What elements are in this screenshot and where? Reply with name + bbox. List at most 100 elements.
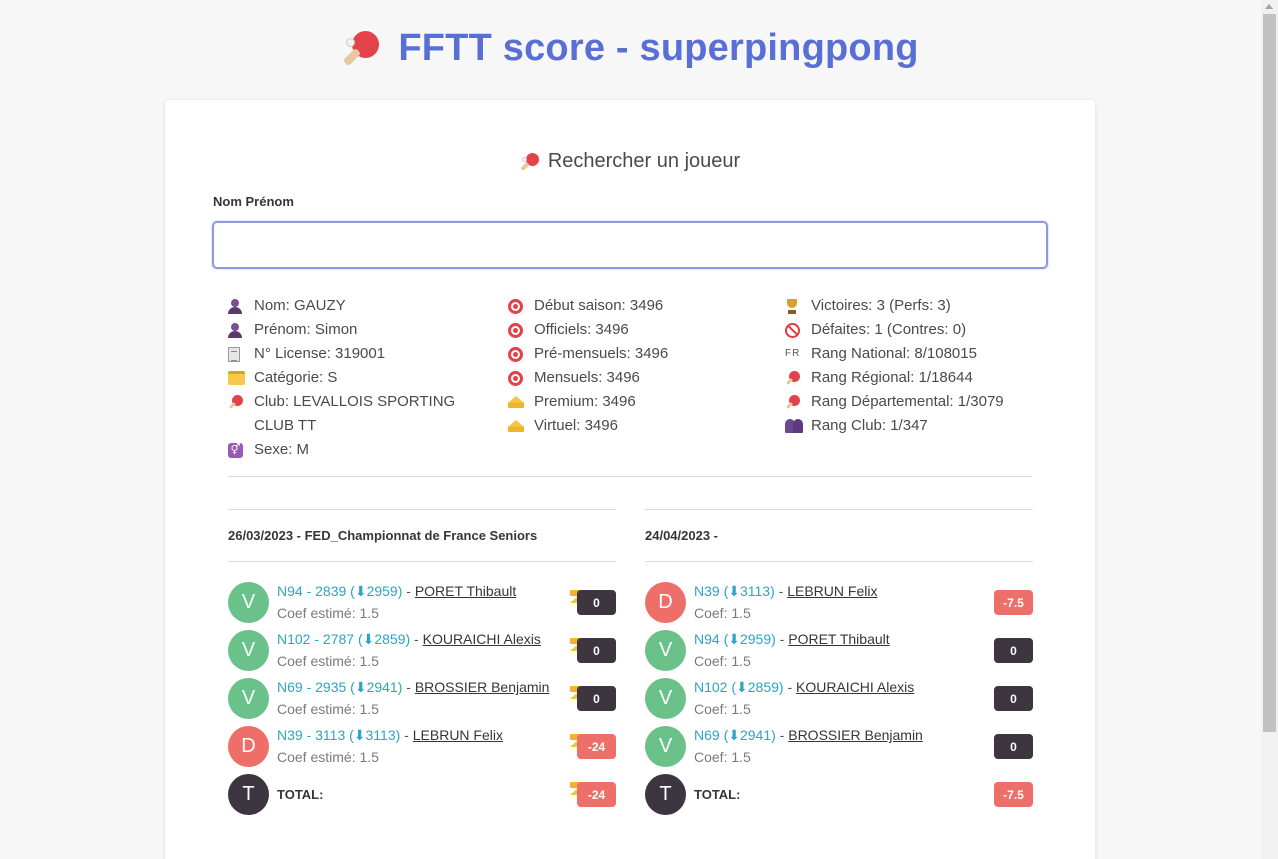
scrollbar-thumb[interactable]	[1263, 14, 1276, 732]
player-search-input[interactable]	[212, 221, 1048, 269]
separator: -	[775, 727, 789, 743]
player-info-text: Pré-mensuels: 3496	[534, 345, 669, 362]
page-title: FFTT score - superpingpong	[398, 26, 919, 69]
player-info-text: Rang Départemental: 1/3079	[811, 393, 1004, 410]
player-info-item: Virtuel: 3496	[508, 414, 748, 438]
no-entry-icon	[785, 318, 811, 342]
opponent-row: V N94 - 2839 (⬇2959) - PORET Thibault Coef…	[228, 578, 616, 626]
paddle-icon	[785, 366, 811, 390]
fr-flag-icon: FR	[785, 348, 801, 359]
opponent-info: N102 - 2787 (⬇2859) - KOURAICHI Alexis Co…	[277, 628, 616, 672]
opponent-rank: N69	[694, 727, 720, 743]
opponent-points: (⬇2859)	[357, 631, 411, 647]
score-badge: 0	[577, 638, 616, 663]
opponent-info: N69 (⬇2941) - BROSSIER Benjamin Coef: 1.5	[694, 724, 1033, 768]
player-info-item: Premium: 3496	[508, 390, 748, 414]
win-avatar: V	[228, 677, 269, 719]
total-info: TOTAL:	[277, 783, 616, 806]
score-badge: -24	[577, 734, 616, 759]
total-avatar: T	[645, 773, 686, 815]
search-section-title: Rechercher un joueur	[165, 150, 1095, 173]
opponent-info: N94 (⬇2959) - PORET Thibault Coef: 1.5	[694, 628, 1033, 672]
total-score-badge: -7.5	[994, 782, 1033, 807]
player-info-item: Nom: GAUZY	[228, 294, 468, 318]
search-title-text: Rechercher un joueur	[547, 150, 741, 172]
ping-pong-paddle-icon	[342, 28, 382, 68]
target-icon	[508, 342, 534, 366]
player-info-text: Virtuel: 3496	[534, 417, 618, 434]
player-info-text: Officiels: 3496	[534, 321, 629, 338]
player-info-text: Début saison: 3496	[534, 297, 664, 314]
opponent-coef: Coef estimé: 1.5	[277, 653, 379, 669]
loss-avatar: D	[228, 725, 269, 767]
group-icon	[785, 414, 811, 438]
opponent-row: D N39 - 3113 (⬇3113) - LEBRUN Felix Coef e…	[228, 722, 616, 770]
opponent-coef: Coef estimé: 1.5	[277, 749, 379, 765]
player-info-text: Rang Régional: 1/18644	[811, 369, 973, 386]
opponent-info: N69 - 2935 (⬇2941) - BROSSIER Benjamin Co…	[277, 676, 616, 720]
total-row: T TOTAL: -7.5	[645, 770, 1033, 818]
opponent-name-link[interactable]: BROSSIER Benjamin	[415, 679, 550, 695]
score-badge: 0	[994, 638, 1033, 663]
player-info-item: FR Rang National: 8/108015	[785, 342, 1045, 366]
opponent-line: N102 - 2787 (⬇2859) - KOURAICHI Alexis	[277, 628, 616, 650]
page-header: FFTT score - superpingpong	[0, 24, 1261, 72]
separator: -	[402, 679, 415, 695]
document-icon	[228, 342, 254, 366]
opponent-rank: N94 - 2839	[277, 583, 347, 599]
match-divider	[228, 561, 616, 562]
opponent-name-link[interactable]: LEBRUN Felix	[413, 727, 503, 743]
player-info-text: Club: LEVALLOIS SPORTING CLUB TT	[254, 393, 456, 434]
name-field-label: Nom Prénom	[213, 194, 294, 209]
ping-pong-paddle-icon	[520, 152, 540, 172]
score-badge: 0	[994, 734, 1033, 759]
total-score-badge: -24	[577, 782, 616, 807]
opponent-name-link[interactable]: PORET Thibault	[788, 631, 889, 647]
win-avatar: V	[228, 629, 269, 671]
separator: -	[402, 583, 415, 599]
opponent-points: (⬇3113)	[349, 727, 401, 743]
opponent-points: (⬇3113)	[723, 583, 775, 599]
player-info-ranking: Victoires: 3 (Perfs: 3) Défaites: 1 (Cont…	[785, 294, 1045, 438]
separator: -	[774, 583, 788, 599]
opponent-points: (⬇2941)	[723, 727, 776, 743]
trophy-icon	[785, 294, 811, 318]
scroll-up-arrow-icon[interactable]	[1265, 4, 1273, 9]
opponent-line: N69 - 2935 (⬇2941) - BROSSIER Benjamin	[277, 676, 616, 698]
opponent-name-link[interactable]: LEBRUN Felix	[787, 583, 877, 599]
opponent-rank: N39 - 3113	[277, 727, 346, 743]
player-info-points: Début saison: 3496 Officiels: 3496 Pré-men…	[508, 294, 748, 438]
opponent-row: V N69 - 2935 (⬇2941) - BROSSIER Benjamin C…	[228, 674, 616, 722]
player-info-text: Rang National: 8/108015	[811, 345, 977, 362]
player-info-item: Défaites: 1 (Contres: 0)	[785, 318, 1045, 342]
total-label: TOTAL:	[277, 786, 324, 802]
player-info-item: Rang Départemental: 1/3079	[785, 390, 1045, 414]
opponent-name-link[interactable]: BROSSIER Benjamin	[788, 727, 923, 743]
opponent-coef: Coef: 1.5	[694, 701, 751, 717]
player-info-identity: Nom: GAUZY Prénom: Simon N° License: 31900…	[228, 294, 468, 462]
player-info-item: Rang Régional: 1/18644	[785, 366, 1045, 390]
player-info-item: Victoires: 3 (Perfs: 3)	[785, 294, 1045, 318]
opponent-name-link[interactable]: PORET Thibault	[415, 583, 516, 599]
opponent-line: N102 (⬇2859) - KOURAICHI Alexis	[694, 676, 1033, 698]
opponent-name-link[interactable]: KOURAICHI Alexis	[796, 679, 914, 695]
target-icon	[508, 366, 534, 390]
opponent-name-link[interactable]: KOURAICHI Alexis	[423, 631, 541, 647]
opponent-points: (⬇2959)	[350, 583, 403, 599]
opponent-row: V N102 - 2787 (⬇2859) - KOURAICHI Alexis C…	[228, 626, 616, 674]
page-scrollbar[interactable]	[1261, 0, 1278, 859]
opponent-coef: Coef: 1.5	[694, 749, 751, 765]
main-card: Rechercher un joueur Nom Prénom Nom: GAU…	[165, 100, 1095, 859]
separator: -	[400, 727, 413, 743]
opponent-row: D N39 (⬇3113) - LEBRUN Felix Coef: 1.5 -7.5	[645, 578, 1033, 626]
match-title: 24/04/2023 -	[645, 528, 719, 543]
player-info-item: ⚥ Sexe: M	[228, 438, 468, 462]
match-title: 26/03/2023 - FED_Championnat de France S…	[228, 528, 538, 543]
total-info: TOTAL:	[694, 783, 1033, 806]
paddle-icon	[228, 390, 254, 414]
user-icon	[228, 294, 254, 318]
opponent-info: N102 (⬇2859) - KOURAICHI Alexis Coef: 1.5	[694, 676, 1033, 720]
player-info-text: N° License: 319001	[254, 345, 386, 362]
opponent-info: N94 - 2839 (⬇2959) - PORET Thibault Coef …	[277, 580, 616, 624]
section-divider	[228, 476, 1032, 477]
